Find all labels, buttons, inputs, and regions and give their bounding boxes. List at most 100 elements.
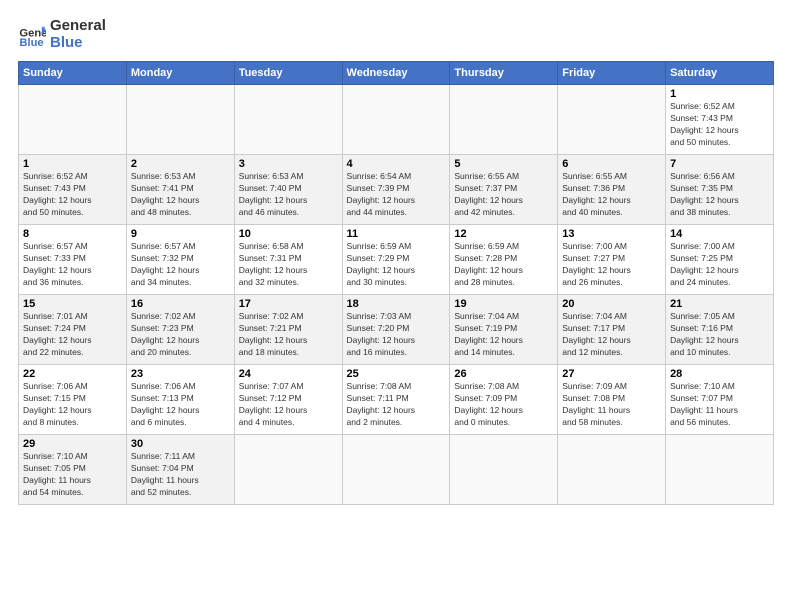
day-info: Sunrise: 7:07 AMSunset: 7:12 PMDaylight:… <box>239 381 338 429</box>
logo: General Blue General Blue <box>18 18 106 51</box>
day-cell: 13Sunrise: 7:00 AMSunset: 7:27 PMDayligh… <box>558 225 666 295</box>
day-number: 7 <box>670 158 769 170</box>
day-cell: 18Sunrise: 7:03 AMSunset: 7:20 PMDayligh… <box>342 295 450 365</box>
day-number: 2 <box>131 158 230 170</box>
day-info: Sunrise: 7:10 AMSunset: 7:05 PMDaylight:… <box>23 451 122 499</box>
day-info: Sunrise: 6:57 AMSunset: 7:33 PMDaylight:… <box>23 241 122 289</box>
day-info: Sunrise: 7:06 AMSunset: 7:13 PMDaylight:… <box>131 381 230 429</box>
week-row-0: 1Sunrise: 6:52 AMSunset: 7:43 PMDaylight… <box>19 85 774 155</box>
col-header-saturday: Saturday <box>666 62 774 85</box>
day-cell: 12Sunrise: 6:59 AMSunset: 7:28 PMDayligh… <box>450 225 558 295</box>
day-cell: 17Sunrise: 7:02 AMSunset: 7:21 PMDayligh… <box>234 295 342 365</box>
day-info: Sunrise: 7:10 AMSunset: 7:07 PMDaylight:… <box>670 381 769 429</box>
day-number: 24 <box>239 368 338 380</box>
col-header-friday: Friday <box>558 62 666 85</box>
day-number: 14 <box>670 228 769 240</box>
day-number: 18 <box>347 298 446 310</box>
day-number: 8 <box>23 228 122 240</box>
day-cell <box>234 435 342 505</box>
day-info: Sunrise: 7:02 AMSunset: 7:21 PMDaylight:… <box>239 311 338 359</box>
col-header-wednesday: Wednesday <box>342 62 450 85</box>
day-cell: 1Sunrise: 6:52 AMSunset: 7:43 PMDaylight… <box>666 85 774 155</box>
day-cell: 2Sunrise: 6:53 AMSunset: 7:41 PMDaylight… <box>126 155 234 225</box>
day-info: Sunrise: 6:53 AMSunset: 7:41 PMDaylight:… <box>131 171 230 219</box>
day-number: 1 <box>23 158 122 170</box>
day-cell: 28Sunrise: 7:10 AMSunset: 7:07 PMDayligh… <box>666 365 774 435</box>
col-header-sunday: Sunday <box>19 62 127 85</box>
day-cell: 25Sunrise: 7:08 AMSunset: 7:11 PMDayligh… <box>342 365 450 435</box>
calendar-table: SundayMondayTuesdayWednesdayThursdayFrid… <box>18 61 774 505</box>
day-cell: 7Sunrise: 6:56 AMSunset: 7:35 PMDaylight… <box>666 155 774 225</box>
day-cell <box>450 85 558 155</box>
day-number: 10 <box>239 228 338 240</box>
day-number: 26 <box>454 368 553 380</box>
day-info: Sunrise: 7:04 AMSunset: 7:19 PMDaylight:… <box>454 311 553 359</box>
day-cell: 1Sunrise: 6:52 AMSunset: 7:43 PMDaylight… <box>19 155 127 225</box>
day-info: Sunrise: 7:05 AMSunset: 7:16 PMDaylight:… <box>670 311 769 359</box>
day-info: Sunrise: 6:52 AMSunset: 7:43 PMDaylight:… <box>670 101 769 149</box>
day-info: Sunrise: 7:11 AMSunset: 7:04 PMDaylight:… <box>131 451 230 499</box>
day-cell: 26Sunrise: 7:08 AMSunset: 7:09 PMDayligh… <box>450 365 558 435</box>
day-cell <box>234 85 342 155</box>
day-number: 30 <box>131 438 230 450</box>
day-info: Sunrise: 6:59 AMSunset: 7:29 PMDaylight:… <box>347 241 446 289</box>
day-info: Sunrise: 6:57 AMSunset: 7:32 PMDaylight:… <box>131 241 230 289</box>
day-cell: 27Sunrise: 7:09 AMSunset: 7:08 PMDayligh… <box>558 365 666 435</box>
week-row-2: 8Sunrise: 6:57 AMSunset: 7:33 PMDaylight… <box>19 225 774 295</box>
day-info: Sunrise: 7:08 AMSunset: 7:09 PMDaylight:… <box>454 381 553 429</box>
day-number: 1 <box>670 88 769 100</box>
day-number: 13 <box>562 228 661 240</box>
day-number: 19 <box>454 298 553 310</box>
day-cell <box>342 435 450 505</box>
col-header-thursday: Thursday <box>450 62 558 85</box>
day-number: 20 <box>562 298 661 310</box>
day-cell: 23Sunrise: 7:06 AMSunset: 7:13 PMDayligh… <box>126 365 234 435</box>
day-number: 15 <box>23 298 122 310</box>
day-cell: 11Sunrise: 6:59 AMSunset: 7:29 PMDayligh… <box>342 225 450 295</box>
day-number: 5 <box>454 158 553 170</box>
col-header-tuesday: Tuesday <box>234 62 342 85</box>
day-cell <box>666 435 774 505</box>
week-row-1: 1Sunrise: 6:52 AMSunset: 7:43 PMDaylight… <box>19 155 774 225</box>
day-cell: 30Sunrise: 7:11 AMSunset: 7:04 PMDayligh… <box>126 435 234 505</box>
day-number: 6 <box>562 158 661 170</box>
day-number: 4 <box>347 158 446 170</box>
header-row: SundayMondayTuesdayWednesdayThursdayFrid… <box>19 62 774 85</box>
day-number: 17 <box>239 298 338 310</box>
day-info: Sunrise: 6:54 AMSunset: 7:39 PMDaylight:… <box>347 171 446 219</box>
day-info: Sunrise: 7:01 AMSunset: 7:24 PMDaylight:… <box>23 311 122 359</box>
week-row-3: 15Sunrise: 7:01 AMSunset: 7:24 PMDayligh… <box>19 295 774 365</box>
page: General Blue General Blue SundayMondayTu… <box>0 0 792 612</box>
day-cell: 10Sunrise: 6:58 AMSunset: 7:31 PMDayligh… <box>234 225 342 295</box>
day-info: Sunrise: 7:00 AMSunset: 7:27 PMDaylight:… <box>562 241 661 289</box>
day-cell: 5Sunrise: 6:55 AMSunset: 7:37 PMDaylight… <box>450 155 558 225</box>
day-cell: 29Sunrise: 7:10 AMSunset: 7:05 PMDayligh… <box>19 435 127 505</box>
day-cell: 8Sunrise: 6:57 AMSunset: 7:33 PMDaylight… <box>19 225 127 295</box>
day-cell: 4Sunrise: 6:54 AMSunset: 7:39 PMDaylight… <box>342 155 450 225</box>
week-row-4: 22Sunrise: 7:06 AMSunset: 7:15 PMDayligh… <box>19 365 774 435</box>
day-cell: 14Sunrise: 7:00 AMSunset: 7:25 PMDayligh… <box>666 225 774 295</box>
logo-icon: General Blue <box>18 21 46 49</box>
logo-blue: Blue <box>50 34 83 51</box>
day-number: 25 <box>347 368 446 380</box>
day-number: 21 <box>670 298 769 310</box>
day-info: Sunrise: 7:03 AMSunset: 7:20 PMDaylight:… <box>347 311 446 359</box>
day-cell <box>558 435 666 505</box>
day-info: Sunrise: 7:08 AMSunset: 7:11 PMDaylight:… <box>347 381 446 429</box>
day-number: 28 <box>670 368 769 380</box>
header: General Blue General Blue <box>18 18 774 51</box>
day-info: Sunrise: 7:06 AMSunset: 7:15 PMDaylight:… <box>23 381 122 429</box>
day-number: 11 <box>347 228 446 240</box>
logo-general: General <box>50 17 106 34</box>
day-info: Sunrise: 7:04 AMSunset: 7:17 PMDaylight:… <box>562 311 661 359</box>
day-cell <box>450 435 558 505</box>
day-number: 12 <box>454 228 553 240</box>
day-number: 22 <box>23 368 122 380</box>
day-cell <box>558 85 666 155</box>
day-info: Sunrise: 6:53 AMSunset: 7:40 PMDaylight:… <box>239 171 338 219</box>
day-cell: 24Sunrise: 7:07 AMSunset: 7:12 PMDayligh… <box>234 365 342 435</box>
day-number: 27 <box>562 368 661 380</box>
day-info: Sunrise: 7:09 AMSunset: 7:08 PMDaylight:… <box>562 381 661 429</box>
day-cell: 22Sunrise: 7:06 AMSunset: 7:15 PMDayligh… <box>19 365 127 435</box>
day-info: Sunrise: 6:56 AMSunset: 7:35 PMDaylight:… <box>670 171 769 219</box>
